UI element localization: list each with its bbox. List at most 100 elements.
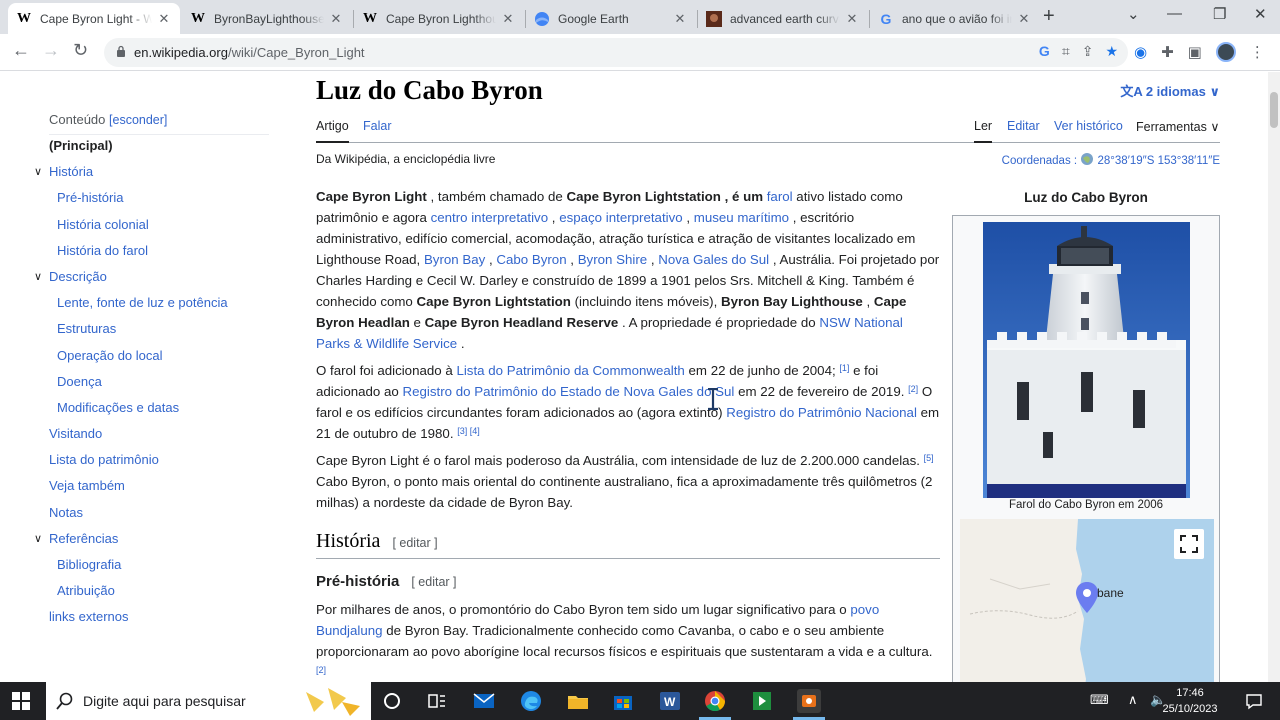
task-view-icon[interactable] bbox=[425, 689, 449, 713]
mail-icon[interactable] bbox=[472, 689, 496, 713]
toc-item-principal[interactable]: (Principal) bbox=[32, 138, 272, 164]
citation[interactable]: [2] bbox=[316, 665, 326, 675]
close-tab-icon[interactable]: ✕ bbox=[672, 11, 688, 27]
toc-item-notas[interactable]: Notas bbox=[32, 505, 272, 531]
close-tab-icon[interactable]: ✕ bbox=[1016, 11, 1032, 27]
minimize-icon[interactable]: — bbox=[1167, 5, 1182, 22]
tab-byronbaylighthouse[interactable]: W ByronBayLighthouse ✕ bbox=[182, 3, 352, 34]
taskbar-clock[interactable]: 17:46 25/10/2023 bbox=[1160, 685, 1220, 717]
toc-item-bibliografia[interactable]: Bibliografia bbox=[32, 557, 272, 583]
lighthouse-photo[interactable] bbox=[983, 222, 1190, 498]
cortana-icon[interactable] bbox=[380, 689, 404, 713]
menu-kebab-icon[interactable]: ⋮ bbox=[1250, 43, 1265, 61]
taskbar-search-box[interactable]: Digite aqui para pesquisar bbox=[46, 682, 371, 720]
link-museu-maritimo[interactable]: museu marítimo bbox=[694, 210, 789, 225]
link-registro-nacional[interactable]: Registro do Patrimônio Nacional bbox=[726, 405, 917, 420]
edge-icon[interactable] bbox=[519, 689, 543, 713]
page-scrollbar[interactable] bbox=[1268, 72, 1280, 682]
toc-item-operacao[interactable]: Operação do local bbox=[32, 348, 272, 374]
new-tab-button[interactable]: + bbox=[1043, 5, 1055, 28]
toc-item-lista-patrimonio[interactable]: Lista do patrimônio bbox=[32, 452, 272, 478]
toc-item-lente[interactable]: Lente, fonte de luz e potência bbox=[32, 295, 272, 321]
toc-hide-button[interactable]: [esconder] bbox=[109, 113, 167, 127]
languages-button[interactable]: 文A 2 idiomas ∨ bbox=[1120, 81, 1220, 100]
tab-google-earth[interactable]: Google Earth ✕ bbox=[526, 3, 696, 34]
share-icon[interactable]: ⇪ bbox=[1082, 43, 1094, 60]
edit-section-link[interactable]: [ editar ] bbox=[392, 536, 437, 550]
back-arrow-icon[interactable]: ← bbox=[12, 40, 30, 61]
word-icon[interactable]: W bbox=[658, 689, 682, 713]
keyboard-icon[interactable]: ⌨ bbox=[1090, 692, 1109, 708]
file-explorer-icon[interactable] bbox=[566, 689, 590, 713]
address-bar[interactable]: en.wikipedia.org/wiki/Cape_Byron_Light G… bbox=[104, 38, 1128, 67]
tab-ler[interactable]: Ler bbox=[974, 119, 993, 143]
toc-item-historia-do-farol[interactable]: História do farol bbox=[32, 243, 272, 269]
location-map[interactable]: bane bbox=[960, 519, 1214, 682]
tab-cape-byron-lighthouse[interactable]: W Cape Byron Lighthouse ✕ bbox=[354, 3, 524, 34]
toc-item-referencias[interactable]: ∨ Referências bbox=[32, 531, 272, 557]
toc-item-doenca[interactable]: Doença bbox=[32, 374, 272, 400]
toc-item-estruturas[interactable]: Estruturas bbox=[32, 321, 272, 347]
tab-google-search[interactable]: G ano que o avião foi inventado ✕ bbox=[870, 3, 1040, 34]
profile-avatar[interactable] bbox=[1215, 42, 1236, 62]
link-farol[interactable]: farol bbox=[767, 189, 793, 204]
link-nova-gales-do-sul[interactable]: Nova Gales do Sul bbox=[658, 252, 769, 267]
extension-icon[interactable]: ◉ bbox=[1134, 43, 1147, 61]
link-espaco-interpretativo[interactable]: espaço interpretativo bbox=[559, 210, 682, 225]
url-text[interactable]: en.wikipedia.org/wiki/Cape_Byron_Light bbox=[134, 45, 365, 60]
scrollbar-thumb[interactable] bbox=[1270, 92, 1278, 128]
chevron-down-icon[interactable]: ∨ bbox=[34, 532, 42, 545]
link-byron-bay[interactable]: Byron Bay bbox=[424, 252, 485, 267]
tray-expand-chevron-icon[interactable]: ∧ bbox=[1128, 692, 1138, 708]
close-tab-icon[interactable]: ✕ bbox=[328, 11, 344, 27]
link-lista-commonwealth[interactable]: Lista do Patrimônio da Commonwealth bbox=[456, 363, 684, 378]
toc-item-links-externos[interactable]: links externos bbox=[32, 609, 272, 635]
tab-editar[interactable]: Editar bbox=[1007, 119, 1040, 133]
google-lens-icon[interactable]: G bbox=[1039, 43, 1050, 60]
reload-icon[interactable]: ↻ bbox=[73, 40, 88, 61]
toc-item-historia-colonial[interactable]: História colonial bbox=[32, 217, 272, 243]
chevron-down-icon[interactable]: ∨ bbox=[34, 165, 42, 178]
forward-arrow-icon[interactable]: → bbox=[42, 40, 60, 61]
tab-cape-byron-wikipedia[interactable]: W Cape Byron Light - Wikipedia ✕ bbox=[8, 3, 180, 34]
close-tab-icon[interactable]: ✕ bbox=[500, 11, 516, 27]
chevron-down-icon[interactable]: ∨ bbox=[34, 270, 42, 283]
toc-item-descricao[interactable]: ∨ Descrição bbox=[32, 269, 272, 295]
tab-artigo[interactable]: Artigo bbox=[316, 119, 349, 143]
toc-item-pre-historia[interactable]: Pré-história bbox=[32, 190, 272, 216]
link-byron-shire[interactable]: Byron Shire bbox=[578, 252, 647, 267]
citation[interactable]: [3] [4] bbox=[457, 426, 480, 436]
tools-menu[interactable]: Ferramentas ∨ bbox=[1136, 119, 1220, 134]
link-registro-estado[interactable]: Registro do Patrimônio do Estado de Nova… bbox=[403, 384, 735, 399]
citation[interactable]: [2] bbox=[908, 384, 918, 394]
tab-ver-historico[interactable]: Ver histórico bbox=[1054, 119, 1123, 133]
tab-search-chevron-icon[interactable]: ⌄ bbox=[1127, 5, 1140, 23]
toc-item-modificacoes[interactable]: Modificações e datas bbox=[32, 400, 272, 426]
tab-advanced-earth-curvature[interactable]: advanced earth curvature ✕ bbox=[698, 3, 868, 34]
puzzle-extensions-icon[interactable]: ✚ bbox=[1161, 43, 1174, 61]
recorder-app-icon[interactable] bbox=[797, 689, 821, 713]
store-icon[interactable] bbox=[611, 689, 635, 713]
notifications-icon[interactable] bbox=[1245, 692, 1263, 710]
translate-icon[interactable]: ⌗ bbox=[1062, 43, 1070, 60]
tab-falar[interactable]: Falar bbox=[363, 119, 391, 133]
close-tab-icon[interactable]: ✕ bbox=[844, 11, 860, 27]
coordinates[interactable]: Coordenadas : 28°38′19″S 153°38′11″E bbox=[1002, 152, 1220, 167]
bookmark-star-icon[interactable]: ★ bbox=[1105, 43, 1118, 60]
toc-item-visitando[interactable]: Visitando bbox=[32, 426, 272, 452]
chrome-icon[interactable] bbox=[703, 689, 727, 713]
close-window-icon[interactable]: ✕ bbox=[1254, 5, 1267, 23]
citation[interactable]: [5] bbox=[924, 453, 934, 463]
citation[interactable]: [1] bbox=[839, 363, 849, 373]
side-panel-icon[interactable]: ▣ bbox=[1188, 43, 1202, 61]
app-arrow-icon[interactable] bbox=[750, 689, 774, 713]
link-cabo-byron[interactable]: Cabo Byron bbox=[496, 252, 566, 267]
edit-section-link[interactable]: [ editar ] bbox=[411, 575, 456, 589]
fullscreen-icon[interactable] bbox=[1174, 529, 1204, 559]
toc-item-veja-tambem[interactable]: Veja também bbox=[32, 478, 272, 504]
restore-icon[interactable]: ❐ bbox=[1213, 5, 1226, 23]
link-centro-interpretativo[interactable]: centro interpretativo bbox=[431, 210, 549, 225]
toc-item-historia[interactable]: ∨ História bbox=[32, 164, 272, 190]
toc-item-atribuicao[interactable]: Atribuição bbox=[32, 583, 272, 609]
close-tab-icon[interactable]: ✕ bbox=[156, 11, 172, 27]
